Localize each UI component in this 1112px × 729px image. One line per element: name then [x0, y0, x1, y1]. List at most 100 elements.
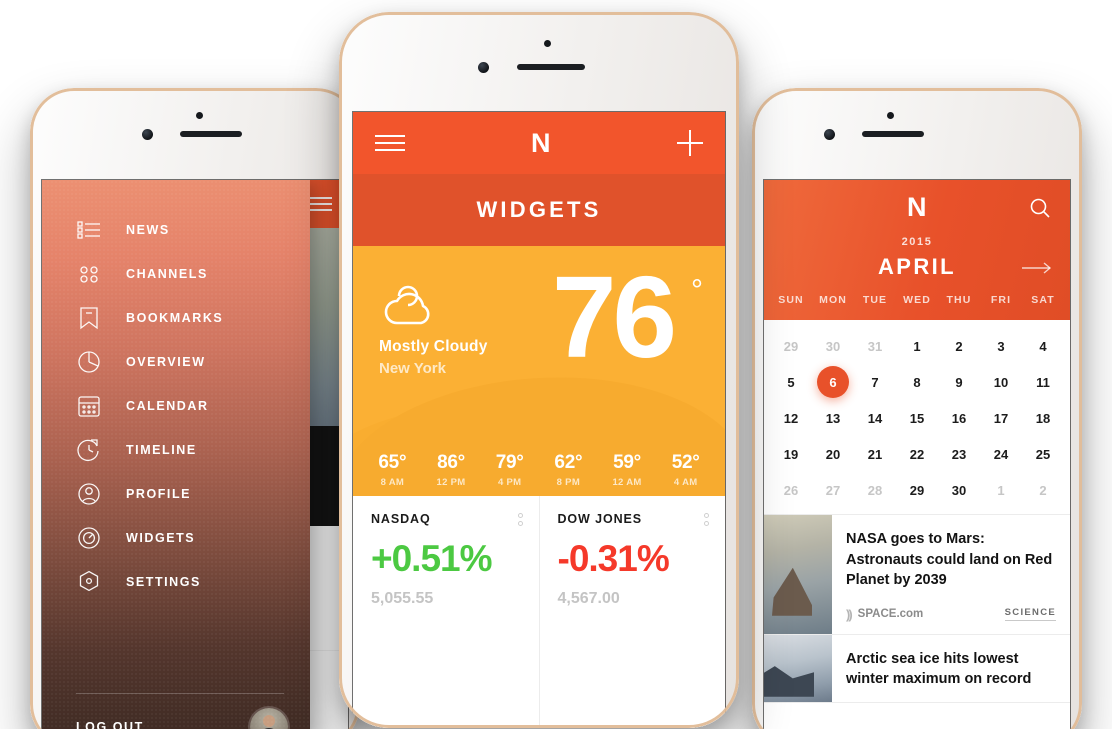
calendar-day[interactable]: 30 [938, 472, 980, 508]
calendar-day[interactable]: 17 [980, 400, 1022, 436]
stock-options-icon[interactable] [517, 513, 523, 529]
hourly-time: 12 PM [436, 477, 466, 488]
sidebar-item-settings[interactable]: SETTINGS [42, 560, 310, 604]
calendar-day[interactable]: 22 [896, 436, 938, 472]
sidebar-item-label: CALENDAR [126, 399, 209, 413]
stock-card[interactable]: DOW JONES-0.31%4,567.00Details [538, 496, 725, 728]
avatar[interactable] [250, 708, 288, 729]
calendar-day-number: 9 [955, 374, 963, 390]
power-button[interactable] [737, 187, 739, 233]
app-logo: N [907, 191, 927, 222]
hourly-forecast: 65° 8 AM 86° 12 PM 79° 4 PM 62° 8 PM 59° 12 AM 52°… [353, 452, 725, 488]
stock-value: 5,055.55 [371, 590, 434, 607]
calendar-day-number: 26 [783, 482, 799, 498]
calendar-day[interactable]: 18 [1022, 400, 1064, 436]
stock-card[interactable]: NASDAQ+0.51%5,055.55Details [353, 496, 539, 728]
calendar-day[interactable]: 28 [854, 472, 896, 508]
sidebar-item-news[interactable]: NEWS [42, 208, 310, 252]
news-body: Arctic sea ice hits lowest winter maximu… [832, 635, 1070, 702]
calendar-day[interactable]: 21 [854, 436, 896, 472]
calendar-day[interactable]: 19 [770, 436, 812, 472]
calendar-weekday: MON [819, 294, 847, 306]
news-source: )) SPACE.com [846, 607, 923, 622]
calendar-week-row: 29 30 31 1 2 3 4 [770, 328, 1064, 364]
calendar-day[interactable]: 24 [980, 436, 1022, 472]
calendar-day[interactable]: 27 [812, 472, 854, 508]
news-list-item[interactable]: NASA goes to Mars: Astronauts could land… [764, 515, 1070, 635]
sidebar-item-channels[interactable]: CHANNELS [42, 252, 310, 296]
calendar-day[interactable]: 2 [938, 328, 980, 364]
calendar-day[interactable]: 20 [812, 436, 854, 472]
stock-options-icon[interactable] [704, 513, 709, 529]
calendar-day[interactable]: 29 [770, 328, 812, 364]
calendar-day-number: 24 [993, 446, 1009, 462]
sidebar-item-overview[interactable]: OVERVIEW [42, 340, 310, 384]
right-phone-device: N 2015 APRIL SUN MON TUE WED THU FRI SAT… [752, 88, 1082, 729]
calendar-day-number: 8 [913, 374, 921, 390]
news-list: NASA goes to Mars: Astronauts could land… [764, 514, 1070, 703]
calendar-day[interactable]: 12 [770, 400, 812, 436]
calendar-day[interactable]: 7 [854, 364, 896, 400]
power-button[interactable] [1080, 258, 1082, 292]
calendar-weekday: FRI [990, 294, 1012, 306]
volume-button[interactable] [339, 202, 341, 240]
calendar-weekday: TUE [862, 294, 888, 306]
calendar-header: N 2015 APRIL SUN MON TUE WED THU FRI SAT [764, 180, 1070, 320]
calendar-day[interactable]: 10 [980, 364, 1022, 400]
stock-change: +0.51% [371, 538, 493, 579]
news-list-item[interactable]: Arctic sea ice hits lowest winter maximu… [764, 634, 1070, 703]
calendar-day[interactable]: 30 [812, 328, 854, 364]
screenshot-root: A by )) A fo )) N b [0, 0, 1112, 729]
weather-widget[interactable]: Mostly Cloudy New York 76 ° 65° 8 AM 86° 12… [353, 246, 725, 496]
sidebar-item-label: PROFILE [126, 487, 192, 501]
calendar-day[interactable]: 25 [1022, 436, 1064, 472]
proximity-sensor [196, 112, 203, 119]
calendar-day[interactable]: 8 [896, 364, 938, 400]
sidebar-item-widgets[interactable]: WIDGETS [42, 516, 310, 560]
hourly-time: 12 AM [612, 477, 642, 488]
logout-button[interactable]: LOG OUT [76, 720, 144, 729]
calendar-week-row: 26 27 28 29 30 1 2 [770, 472, 1064, 508]
news-body: NASA goes to Mars: Astronauts could land… [832, 515, 1070, 634]
arrow-right-icon[interactable] [1020, 260, 1054, 281]
calendar-day[interactable]: 9 [938, 364, 980, 400]
news-thumbnail [764, 634, 832, 702]
calendar-day-number: 6 [829, 374, 837, 390]
calendar-day-number: 3 [997, 338, 1005, 354]
calendar-day[interactable]: 1 [980, 472, 1022, 508]
calendar-day[interactable]: 13 [812, 400, 854, 436]
calendar-day[interactable]: 16 [938, 400, 980, 436]
calendar-day[interactable]: 11 [1022, 364, 1064, 400]
left-phone-device: A by )) A fo )) N b [30, 88, 360, 729]
calendar-day-number: 22 [909, 446, 925, 462]
calendar-day[interactable]: 3 [980, 328, 1022, 364]
calendar-day-number: 13 [825, 410, 841, 426]
plus-icon[interactable] [677, 130, 703, 156]
sidebar-item-timeline[interactable]: TIMELINE [42, 428, 310, 472]
clock-arrow-icon [76, 437, 102, 463]
right-phone-screen: N 2015 APRIL SUN MON TUE WED THU FRI SAT… [764, 180, 1070, 729]
calendar-day-number: 31 [867, 338, 883, 354]
sidebar-item-profile[interactable]: PROFILE [42, 472, 310, 516]
calendar-day[interactable]: 4 [1022, 328, 1064, 364]
calendar-day-number: 16 [951, 410, 967, 426]
calendar-day-selected[interactable]: 6 [812, 364, 854, 400]
hamburger-icon[interactable] [375, 135, 405, 151]
calendar-day[interactable]: 31 [854, 328, 896, 364]
calendar-day[interactable]: 26 [770, 472, 812, 508]
sidebar-divider [76, 693, 284, 694]
hourly-time: 4 AM [673, 477, 698, 488]
calendar-day[interactable]: 29 [896, 472, 938, 508]
calendar-day[interactable]: 23 [938, 436, 980, 472]
calendar-day[interactable]: 1 [896, 328, 938, 364]
sidebar-item-calendar[interactable]: CALENDAR [42, 384, 310, 428]
calendar-day[interactable]: 15 [896, 400, 938, 436]
calendar-day[interactable]: 14 [854, 400, 896, 436]
calendar-day[interactable]: 5 [770, 364, 812, 400]
sidebar-item-bookmarks[interactable]: BOOKMARKS [42, 296, 310, 340]
volume-button[interactable] [30, 258, 32, 292]
calendar-day[interactable]: 2 [1022, 472, 1064, 508]
sidebar-item-label: NEWS [126, 223, 170, 237]
search-icon[interactable] [1028, 196, 1052, 225]
calendar-weekday: THU [946, 294, 972, 306]
